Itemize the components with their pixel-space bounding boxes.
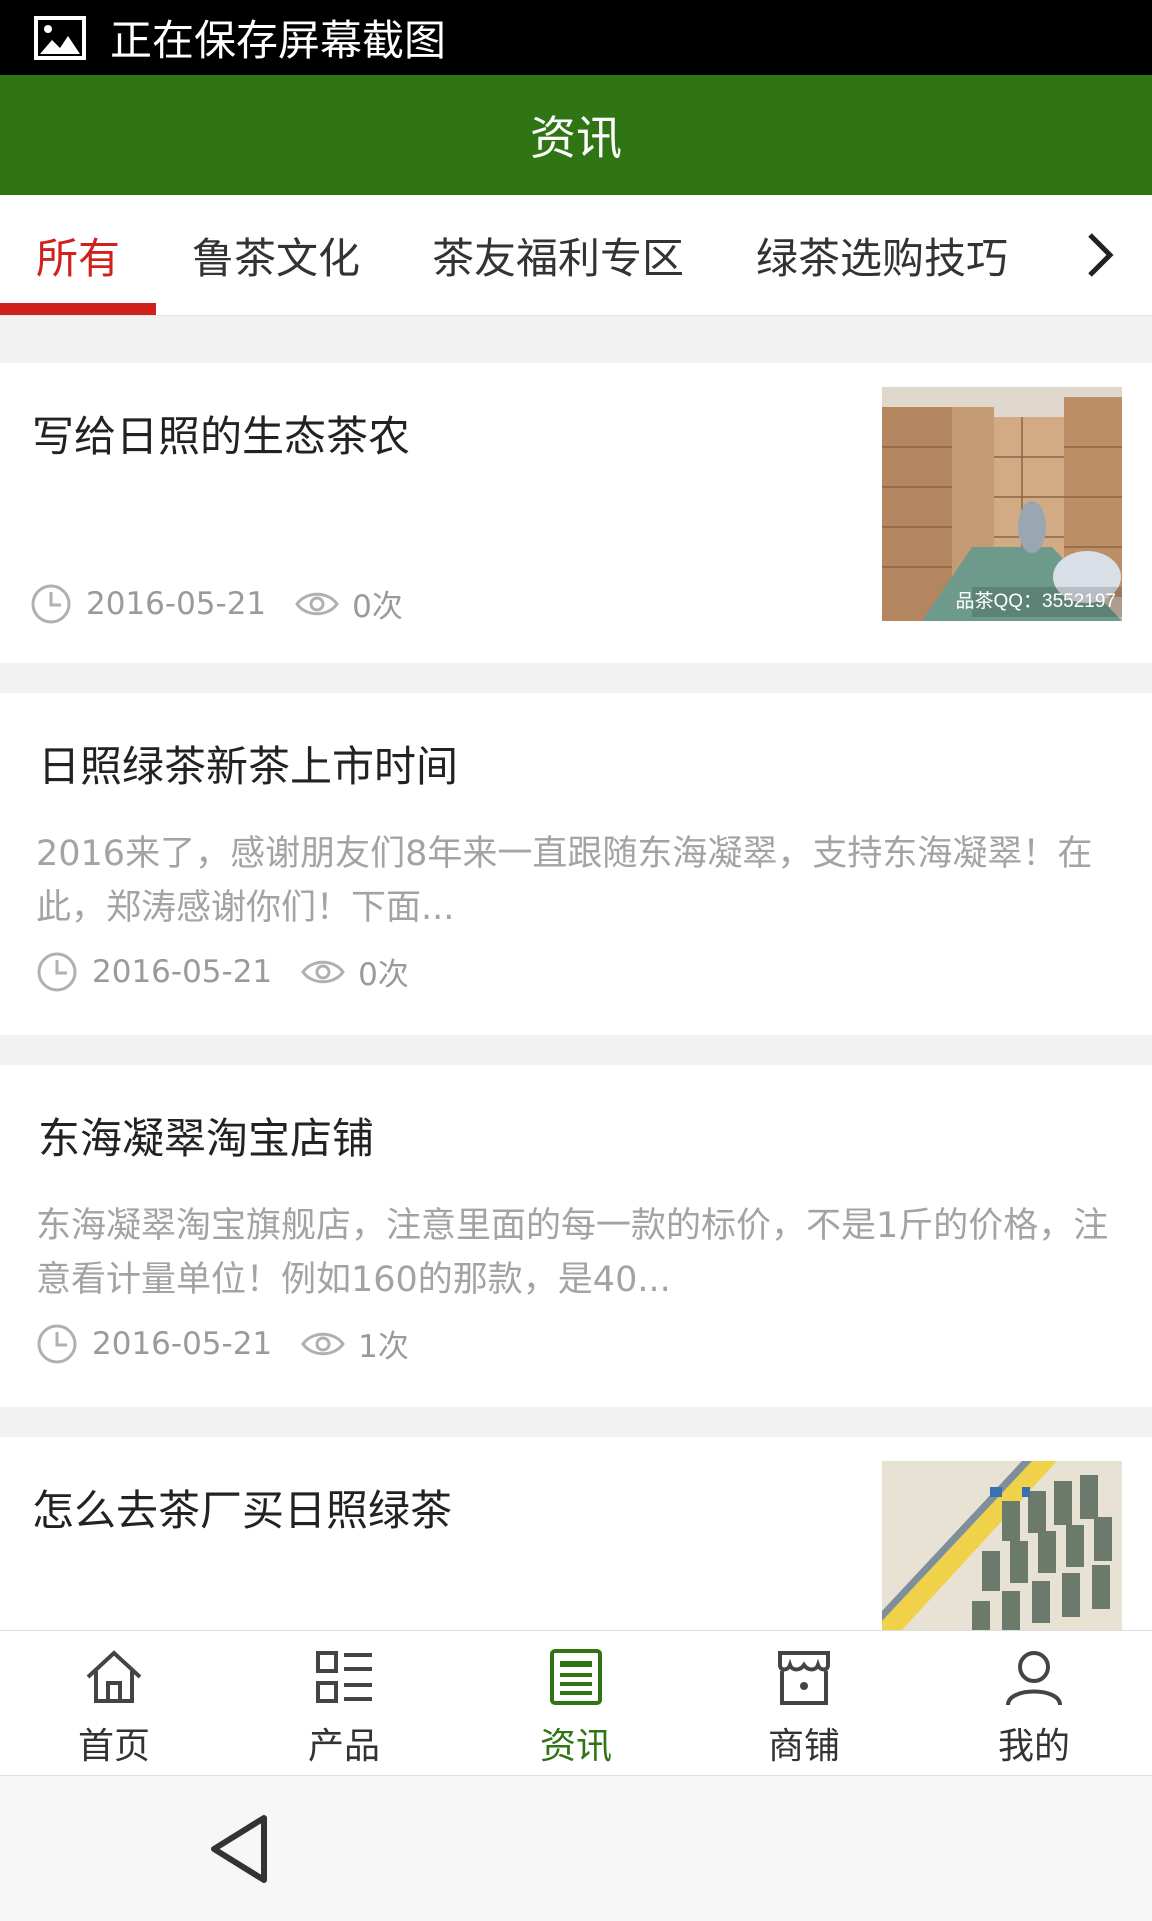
eye-icon [301, 1332, 345, 1355]
article-summary: 东海凝翠淘宝旗舰店，注意里面的每一款的标价，不是1斤的价格，注意看计量单位！例如… [36, 1206, 1109, 1300]
clock-icon [37, 952, 77, 991]
article-title: 东海凝翠淘宝店铺 [38, 1114, 375, 1163]
article-date: 2016-05-21 [86, 585, 267, 622]
article-title: 写给日照的生态茶农 [32, 412, 411, 461]
image-icon [34, 15, 86, 60]
user-icon [1006, 1651, 1062, 1706]
tab-label: 鲁茶文化 [192, 233, 361, 283]
nav-label: 资讯 [539, 1726, 612, 1767]
tab-all[interactable]: 所有 [36, 195, 120, 315]
eye-icon [295, 592, 339, 615]
store-icon [778, 1651, 830, 1705]
article-thumbnail: 品茶QQ：3552197 [882, 387, 1122, 621]
tab-label: 绿茶选购技巧 [756, 233, 1009, 283]
news-icon [550, 1649, 602, 1705]
home-icon [86, 1650, 142, 1703]
article-views: 0次 [358, 957, 409, 993]
back-triangle-icon[interactable] [208, 1814, 272, 1884]
nav-store[interactable]: 商铺 [714, 1631, 894, 1776]
chevron-right-icon[interactable] [1070, 225, 1130, 285]
tab-lu-tea-culture[interactable]: 鲁茶文化 [192, 195, 360, 315]
nav-news[interactable]: 资讯 [486, 1631, 666, 1776]
thumbnail-watermark: 品茶QQ：3552197 [955, 591, 1116, 612]
article-card[interactable]: 东海凝翠淘宝店铺 东海凝翠淘宝旗舰店，注意里面的每一款的标价，不是1斤的价格，注… [0, 1065, 1152, 1407]
article-title: 日照绿茶新茶上市时间 [38, 742, 459, 791]
app-header: 资讯 [0, 75, 1152, 195]
category-tabs: 所有 鲁茶文化 茶友福利专区 绿茶选购技巧 [0, 195, 1152, 316]
bottom-nav: 首页 产品 资讯 商铺 我的 [0, 1630, 1152, 1776]
nav-home[interactable]: 首页 [24, 1631, 204, 1776]
nav-me[interactable]: 我的 [944, 1631, 1124, 1776]
nav-label: 首页 [77, 1726, 150, 1767]
article-card[interactable]: 写给日照的生态茶农 2016-05-21 0次 品茶QQ：3552197 [0, 363, 1152, 663]
nav-label: 产品 [307, 1726, 380, 1767]
clock-icon [37, 1324, 77, 1363]
article-card[interactable]: 怎么去茶厂买日照绿茶 [0, 1437, 1152, 1630]
article-title: 怎么去茶厂买日照绿茶 [32, 1486, 453, 1535]
article-thumbnail [882, 1461, 1122, 1630]
clock-icon [31, 584, 71, 623]
eye-icon [301, 960, 345, 983]
page-title: 资讯 [530, 111, 622, 165]
tab-label: 茶友福利专区 [432, 233, 685, 283]
active-tab-indicator [0, 303, 156, 315]
system-nav-bar [0, 1775, 1152, 1921]
article-card[interactable]: 日照绿茶新茶上市时间 2016来了，感谢朋友们8年来一直跟随东海凝翠，支持东海凝… [0, 693, 1152, 1035]
article-meta: 2016-05-21 0次 [30, 581, 403, 626]
article-meta: 2016-05-21 1次 [36, 1321, 409, 1366]
tab-green-tea-buying-tips[interactable]: 绿茶选购技巧 [756, 195, 1008, 315]
status-bar: 正在保存屏幕截图 [0, 0, 1152, 75]
nav-products[interactable]: 产品 [254, 1631, 434, 1776]
tab-tea-friends-benefits[interactable]: 茶友福利专区 [432, 195, 684, 315]
article-date: 2016-05-21 [92, 1325, 273, 1362]
article-date: 2016-05-21 [92, 953, 273, 990]
tab-label: 所有 [36, 233, 121, 283]
nav-label: 商铺 [767, 1726, 840, 1767]
nav-label: 我的 [997, 1726, 1070, 1767]
article-views: 0次 [352, 589, 403, 625]
article-views: 1次 [358, 1329, 409, 1365]
grid-list-icon [316, 1651, 372, 1703]
article-meta: 2016-05-21 0次 [36, 949, 409, 994]
article-summary: 2016来了，感谢朋友们8年来一直跟随东海凝翠，支持东海凝翠！在此，郑涛感谢你们… [36, 834, 1093, 928]
status-text: 正在保存屏幕截图 [110, 16, 447, 65]
